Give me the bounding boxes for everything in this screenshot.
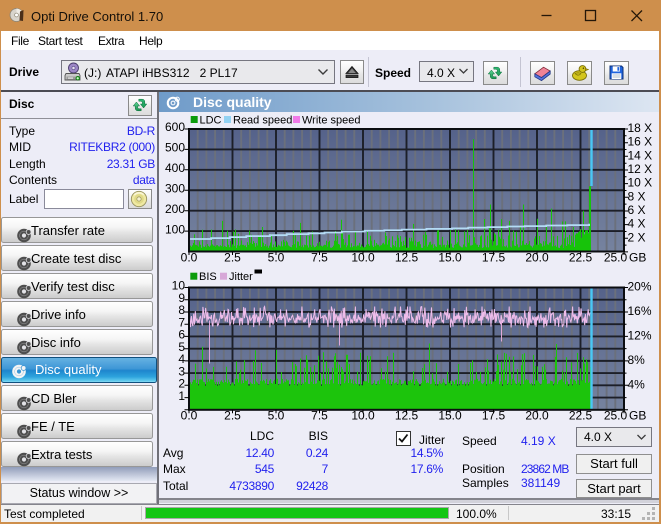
svg-text:Read speed: Read speed	[233, 115, 292, 127]
svg-text:100: 100	[165, 222, 185, 236]
svg-text:10.0: 10.0	[351, 251, 375, 265]
svg-text:8%: 8%	[628, 353, 646, 367]
svg-text:GB: GB	[629, 409, 646, 423]
svg-text:25.0: 25.0	[604, 251, 628, 265]
svg-text:600: 600	[165, 120, 185, 134]
svg-text:Jitter: Jitter	[229, 271, 253, 283]
svg-text:LDC: LDC	[200, 115, 222, 127]
svg-text:20.0: 20.0	[525, 251, 549, 265]
svg-text:0.0: 0.0	[181, 251, 198, 265]
svg-text:10 X: 10 X	[628, 176, 653, 190]
svg-text:7.5: 7.5	[311, 409, 328, 423]
svg-text:0.0: 0.0	[181, 409, 198, 423]
svg-text:20%: 20%	[628, 280, 652, 294]
svg-text:17.5: 17.5	[482, 251, 506, 265]
svg-text:5.0: 5.0	[268, 409, 285, 423]
svg-text:18 X: 18 X	[628, 121, 653, 135]
svg-text:10.0: 10.0	[351, 409, 375, 423]
svg-text:12%: 12%	[628, 328, 652, 342]
svg-text:2 X: 2 X	[628, 230, 646, 244]
svg-text:15.0: 15.0	[438, 251, 462, 265]
svg-text:25.0: 25.0	[604, 409, 628, 423]
svg-text:Write speed: Write speed	[302, 115, 361, 127]
svg-text:4%: 4%	[628, 377, 646, 391]
svg-text:12.5: 12.5	[395, 409, 419, 423]
svg-text:5.0: 5.0	[268, 251, 285, 265]
svg-text:14 X: 14 X	[628, 148, 653, 162]
svg-text:4 X: 4 X	[628, 217, 646, 231]
svg-text:16 X: 16 X	[628, 135, 653, 149]
svg-text:7.5: 7.5	[311, 251, 328, 265]
svg-text:2.5: 2.5	[224, 409, 241, 423]
svg-text:8 X: 8 X	[628, 189, 646, 203]
svg-text:1: 1	[178, 389, 185, 403]
svg-text:500: 500	[165, 141, 185, 155]
svg-text:12 X: 12 X	[628, 162, 653, 176]
svg-text:6 X: 6 X	[628, 203, 646, 217]
svg-text:15.0: 15.0	[438, 409, 462, 423]
svg-text:GB: GB	[629, 251, 646, 265]
svg-text:22.5: 22.5	[569, 251, 593, 265]
svg-text:12.5: 12.5	[395, 251, 419, 265]
svg-text:400: 400	[165, 161, 185, 175]
svg-text:2.5: 2.5	[224, 251, 241, 265]
svg-text:300: 300	[165, 182, 185, 196]
svg-text:BIS: BIS	[199, 271, 217, 283]
svg-text:22.5: 22.5	[569, 409, 593, 423]
svg-text:16%: 16%	[628, 304, 652, 318]
svg-text:17.5: 17.5	[482, 409, 506, 423]
svg-text:200: 200	[165, 202, 185, 216]
svg-text:20.0: 20.0	[525, 409, 549, 423]
